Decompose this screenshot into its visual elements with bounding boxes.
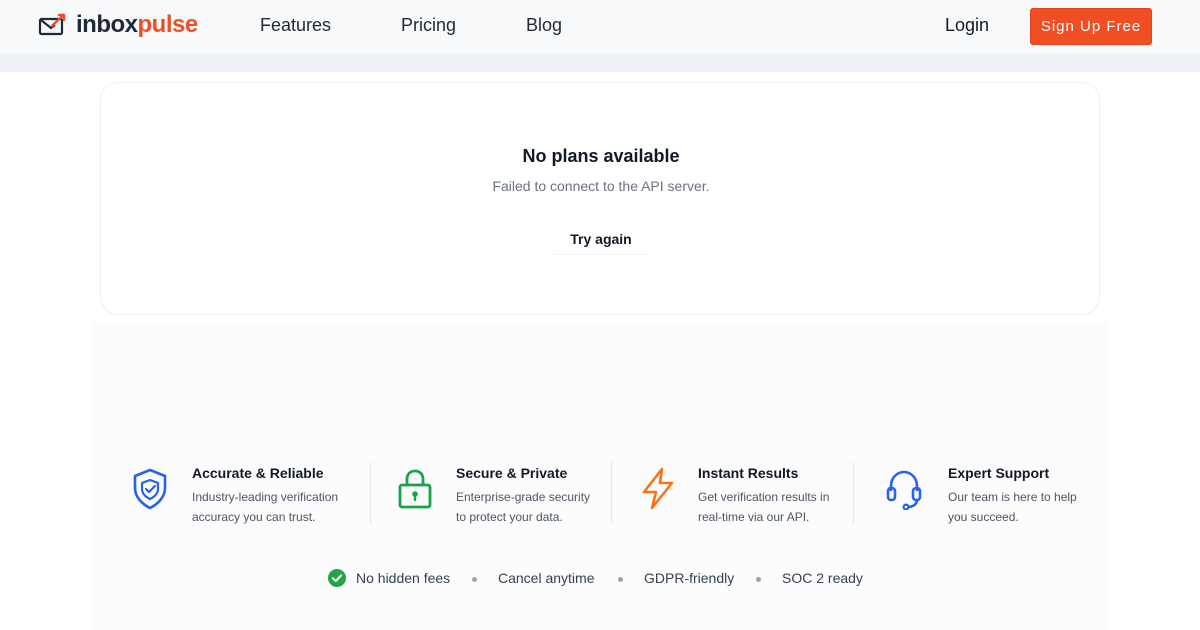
feature-accurate-reliable: Accurate & Reliable Industry-leading ver… (130, 462, 365, 526)
signup-button[interactable]: Sign Up Free (1030, 8, 1152, 45)
feature-title: Accurate & Reliable (192, 465, 324, 481)
header-divider-band (0, 53, 1200, 72)
nav-blog-link[interactable]: Blog (526, 15, 562, 35)
shield-icon (133, 468, 167, 510)
perk-item: No hidden fees (356, 570, 451, 586)
error-title: No plans available (522, 146, 680, 166)
lock-icon (398, 469, 432, 509)
feature-title: Instant Results (698, 465, 799, 481)
check-circle-icon (328, 569, 346, 587)
feature-expert-support: Expert Support Our team is here to help y… (884, 462, 1094, 526)
lightning-icon (642, 467, 674, 510)
separator-dot (756, 577, 761, 582)
plans-error-card: No plans available Failed to connect to … (100, 82, 1100, 315)
nav-features-link[interactable]: Features (260, 15, 331, 35)
feature-title: Secure & Private (456, 465, 568, 481)
separator-dot (618, 577, 623, 582)
feature-description: Our team is here to help you succeed. (948, 490, 1077, 524)
brand-logo[interactable]: inboxpulse (38, 12, 198, 38)
feature-description: Enterprise-grade security to protect your… (456, 490, 591, 524)
perk-item: GDPR-friendly (644, 570, 735, 586)
login-link[interactable]: Login (945, 15, 989, 35)
headset-icon (886, 470, 922, 510)
feature-secure-private: Secure & Private Enterprise-grade securi… (395, 462, 605, 526)
nav-pricing-link[interactable]: Pricing (401, 15, 456, 35)
chart-envelope-icon (38, 13, 66, 36)
try-again-button[interactable]: Try again (553, 223, 649, 255)
feature-divider (370, 462, 371, 524)
brand-name: inboxpulse (76, 11, 198, 38)
perk-item: SOC 2 ready (782, 570, 863, 586)
feature-title: Expert Support (948, 465, 1050, 481)
feature-instant-results: Instant Results Get verification results… (638, 462, 848, 526)
perks-row: No hidden fees Cancel anytime GDPR-frien… (0, 568, 1200, 590)
feature-divider (853, 462, 854, 524)
perk-item: Cancel anytime (498, 570, 595, 586)
separator-dot (472, 577, 477, 582)
feature-description: Get verification results in real-time via… (698, 490, 830, 524)
feature-divider (611, 462, 612, 524)
feature-description: Industry-leading verification accuracy yo… (192, 490, 339, 524)
error-message: Failed to connect to the API server. (492, 178, 710, 194)
